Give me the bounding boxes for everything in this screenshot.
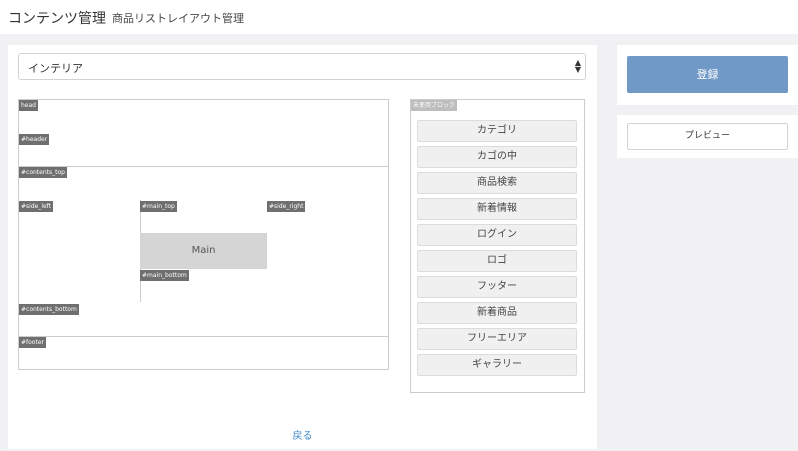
block-item[interactable]: ログイン [417,224,577,246]
unused-blocks-label: 未使用ブロック [411,100,458,111]
block-item[interactable]: 新着商品 [417,302,577,324]
area-main-top[interactable]: #main_top [140,201,177,212]
device-select-value: インテリア [28,62,83,75]
block-item[interactable]: フッター [417,276,577,298]
area-contents-bottom[interactable]: #contents_bottom [19,304,79,315]
unused-blocks-panel: 未使用ブロック カテゴリ カゴの中 商品検索 新着情報 ログイン ロゴ フッター… [410,99,585,393]
area-main-bottom[interactable]: #main_bottom [140,270,189,281]
block-item[interactable]: フリーエリア [417,328,577,350]
page-title: コンテンツ管理 [8,11,106,27]
preview-button[interactable]: プレビュー [627,123,788,150]
area-side-right[interactable]: #side_right [267,201,306,212]
block-item[interactable]: ギャラリー [417,354,577,376]
top-bar: コンテンツ管理 商品リストレイアウト管理 [0,0,798,34]
area-contents-top[interactable]: #contents_top [19,167,67,178]
block-item[interactable]: 商品検索 [417,172,577,194]
area-head[interactable]: head [19,100,38,111]
layout-canvas: head #header #contents_top #side_left #m… [18,99,389,370]
block-item[interactable]: カテゴリ [417,120,577,142]
layout-editor-panel: インテリア ▲ ▼ head #header #contents_top #sid… [8,45,597,449]
block-item[interactable]: ロゴ [417,250,577,272]
back-link[interactable]: 戻る [8,427,597,442]
area-header[interactable]: #header [19,134,50,145]
divider [19,336,388,337]
device-select[interactable]: インテリア ▲ ▼ [18,53,586,80]
block-item[interactable]: 新着情報 [417,198,577,220]
area-main: Main [140,233,267,269]
area-side-left[interactable]: #side_left [19,201,54,212]
preview-panel: プレビュー [617,115,798,158]
area-footer[interactable]: #footer [19,337,46,348]
register-panel: 登録 [617,45,798,105]
register-button[interactable]: 登録 [627,56,788,93]
select-arrows-icon: ▲ ▼ [574,58,581,74]
block-item[interactable]: カゴの中 [417,146,577,168]
divider [19,166,388,167]
page-subtitle: 商品リストレイアウト管理 [112,12,244,25]
